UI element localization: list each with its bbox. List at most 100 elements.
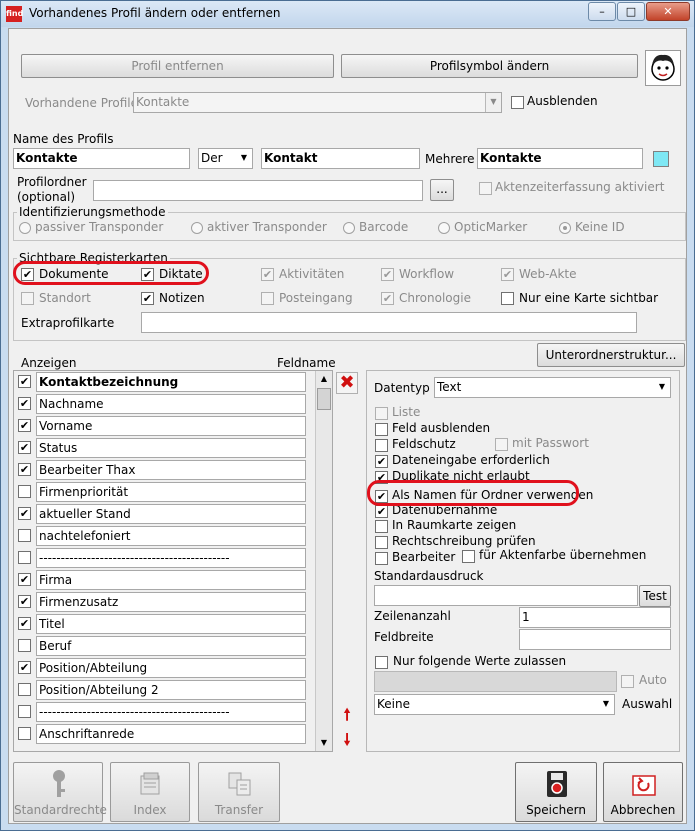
field-name-cell[interactable]: Position/Abteilung [36, 658, 306, 678]
field-visible-checkbox[interactable]: ✔ [18, 419, 31, 432]
with-password-checkbox[interactable] [495, 438, 508, 451]
selection-select[interactable]: Keine ▼ [374, 694, 615, 715]
tab-posteingang-checkbox[interactable] [261, 292, 274, 305]
radio-passive[interactable] [19, 222, 31, 234]
field-visible-checkbox[interactable] [18, 485, 31, 498]
property-checkbox[interactable]: ✔ [375, 490, 388, 503]
table-row[interactable]: Firmenpriorität [14, 481, 332, 503]
minimize-button[interactable]: – [588, 2, 616, 21]
table-row[interactable]: ✔ Firmenzusatz [14, 591, 332, 613]
plural-input[interactable]: Kontakte [477, 148, 643, 169]
tab-notizen-checkbox[interactable]: ✔ [141, 292, 154, 305]
tab-diktate-checkbox[interactable]: ✔ [141, 268, 154, 281]
table-row[interactable]: ✔ Titel [14, 613, 332, 635]
scroll-up-arrow[interactable]: ▲ [316, 371, 332, 387]
radio-opticmarker[interactable] [438, 222, 450, 234]
table-row[interactable]: ----------------------------------------… [14, 701, 332, 723]
property-checkbox[interactable]: ✔ [375, 455, 388, 468]
field-visible-checkbox[interactable]: ✔ [18, 441, 31, 454]
tab-standort-checkbox[interactable] [21, 292, 34, 305]
field-name-cell[interactable]: Nachname [36, 394, 306, 414]
property-checkbox[interactable]: ✔ [375, 471, 388, 484]
field-visible-checkbox[interactable]: ✔ [18, 397, 31, 410]
delete-field-button[interactable]: ✖ [336, 372, 358, 394]
lines-input[interactable]: 1 [519, 607, 671, 628]
datatype-select[interactable]: Text ▼ [434, 377, 671, 398]
property-checkbox[interactable] [375, 520, 388, 533]
field-visible-checkbox[interactable]: ✔ [18, 661, 31, 674]
singular-input[interactable]: Kontakt [261, 148, 420, 169]
scroll-down-arrow[interactable]: ▼ [316, 735, 332, 751]
field-name-cell[interactable]: ----------------------------------------… [36, 548, 306, 568]
color-swatch[interactable] [653, 151, 669, 167]
move-down-button[interactable]: 🠗 [338, 729, 356, 749]
property-checkbox[interactable] [375, 439, 388, 452]
radio-active[interactable] [191, 222, 203, 234]
values-input[interactable] [374, 671, 617, 692]
field-name-cell[interactable]: nachtelefoniert [36, 526, 306, 546]
list-scrollbar[interactable]: ▲ ▼ [315, 371, 332, 751]
table-row[interactable]: Position/Abteilung 2 [14, 679, 332, 701]
field-visible-checkbox[interactable]: ✔ [18, 595, 31, 608]
field-visible-checkbox[interactable]: ✔ [18, 507, 31, 520]
profile-name-input[interactable]: Kontakte [13, 148, 190, 169]
transfer-button[interactable]: Transfer [198, 762, 280, 822]
field-name-cell[interactable]: Status [36, 438, 306, 458]
table-row[interactable]: ✔ Status [14, 437, 332, 459]
move-up-button[interactable]: 🠕 [338, 704, 356, 724]
article-select[interactable]: Der ▼ [198, 148, 253, 169]
folder-input[interactable] [93, 180, 423, 201]
index-button[interactable]: Index [110, 762, 190, 822]
field-name-cell[interactable]: Kontaktbezeichnung [36, 372, 306, 392]
standard-rights-button[interactable]: Standardrechte [13, 762, 107, 822]
field-visible-checkbox[interactable]: ✔ [18, 573, 31, 586]
extra-card-input[interactable] [141, 312, 637, 333]
only-one-card-checkbox[interactable] [501, 292, 514, 305]
tab-webakte-checkbox[interactable]: ✔ [501, 268, 514, 281]
table-row[interactable]: ✔ Position/Abteilung [14, 657, 332, 679]
field-visible-checkbox[interactable]: ✔ [18, 463, 31, 476]
radio-barcode[interactable] [343, 222, 355, 234]
field-name-cell[interactable]: Anschriftanrede [36, 724, 306, 744]
table-row[interactable]: ✔ Nachname [14, 393, 332, 415]
cancel-button[interactable]: Abbrechen [603, 762, 683, 822]
tab-workflow-checkbox[interactable]: ✔ [381, 268, 394, 281]
radio-no-id[interactable] [559, 222, 571, 234]
table-row[interactable]: ✔ aktueller Stand [14, 503, 332, 525]
field-visible-checkbox[interactable]: ✔ [18, 375, 31, 388]
hide-checkbox[interactable] [511, 96, 524, 109]
test-button[interactable]: Test [639, 585, 671, 607]
field-name-cell[interactable]: Vorname [36, 416, 306, 436]
field-name-cell[interactable]: Position/Abteilung 2 [36, 680, 306, 700]
field-visible-checkbox[interactable] [18, 529, 31, 542]
field-visible-checkbox[interactable] [18, 727, 31, 740]
field-visible-checkbox[interactable] [18, 551, 31, 564]
field-visible-checkbox[interactable] [18, 639, 31, 652]
width-input[interactable] [519, 629, 671, 650]
save-button[interactable]: Speichern [515, 762, 597, 822]
table-row[interactable]: ✔ Kontaktbezeichnung [14, 371, 332, 393]
field-visible-checkbox[interactable] [18, 705, 31, 718]
field-visible-checkbox[interactable]: ✔ [18, 617, 31, 630]
field-name-cell[interactable]: Bearbeiter Thax [36, 460, 306, 480]
table-row[interactable]: ✔ Vorname [14, 415, 332, 437]
table-row[interactable]: ----------------------------------------… [14, 547, 332, 569]
property-checkbox[interactable]: ✔ [375, 505, 388, 518]
auto-checkbox[interactable] [621, 675, 634, 688]
property-checkbox[interactable] [375, 407, 388, 420]
table-row[interactable]: Beruf [14, 635, 332, 657]
scroll-thumb[interactable] [317, 388, 331, 410]
property-checkbox[interactable] [375, 536, 388, 549]
field-name-cell[interactable]: Beruf [36, 636, 306, 656]
field-name-cell[interactable]: Titel [36, 614, 306, 634]
field-visible-checkbox[interactable] [18, 683, 31, 696]
change-symbol-button[interactable]: Profilsymbol ändern [341, 54, 638, 78]
field-name-cell[interactable]: aktueller Stand [36, 504, 306, 524]
table-row[interactable]: Anschriftanrede [14, 723, 332, 745]
file-color-checkbox[interactable] [462, 550, 475, 563]
table-row[interactable]: nachtelefoniert [14, 525, 332, 547]
subfolder-structure-button[interactable]: Unterordnerstruktur... [537, 343, 685, 367]
time-tracking-checkbox[interactable] [479, 182, 492, 195]
tab-aktivitaeten-checkbox[interactable]: ✔ [261, 268, 274, 281]
tab-dokumente-checkbox[interactable]: ✔ [21, 268, 34, 281]
